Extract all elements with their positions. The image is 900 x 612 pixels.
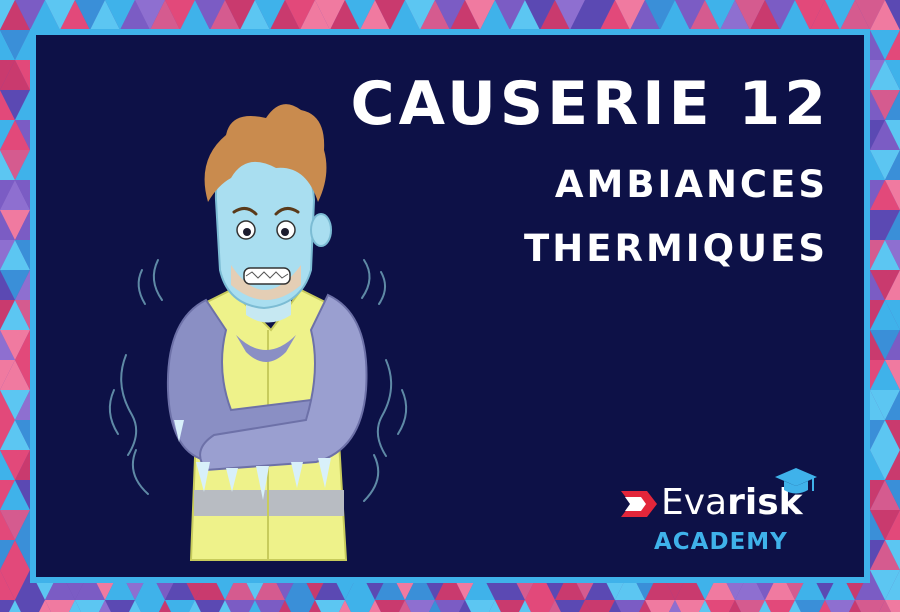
brand-eva: Eva	[661, 482, 728, 523]
subtitle-line-2: THERMIQUES	[524, 227, 828, 270]
graduation-cap-icon	[775, 468, 817, 494]
subtitle-line-1: AMBIANCES	[554, 163, 828, 206]
academy-label: ACADEMY	[654, 529, 788, 555]
cold-worker-illustration	[108, 104, 408, 561]
chattering-teeth	[243, 267, 291, 285]
poster-frame: CAUSERIE 12 AMBIANCES THERMIQUES Evarisk…	[0, 0, 900, 612]
main-panel: CAUSERIE 12 AMBIANCES THERMIQUES Evarisk…	[30, 29, 870, 583]
evarisk-academy-logo: Evarisk ACADEMY	[621, 465, 826, 565]
evarisk-flag-icon	[621, 491, 657, 517]
